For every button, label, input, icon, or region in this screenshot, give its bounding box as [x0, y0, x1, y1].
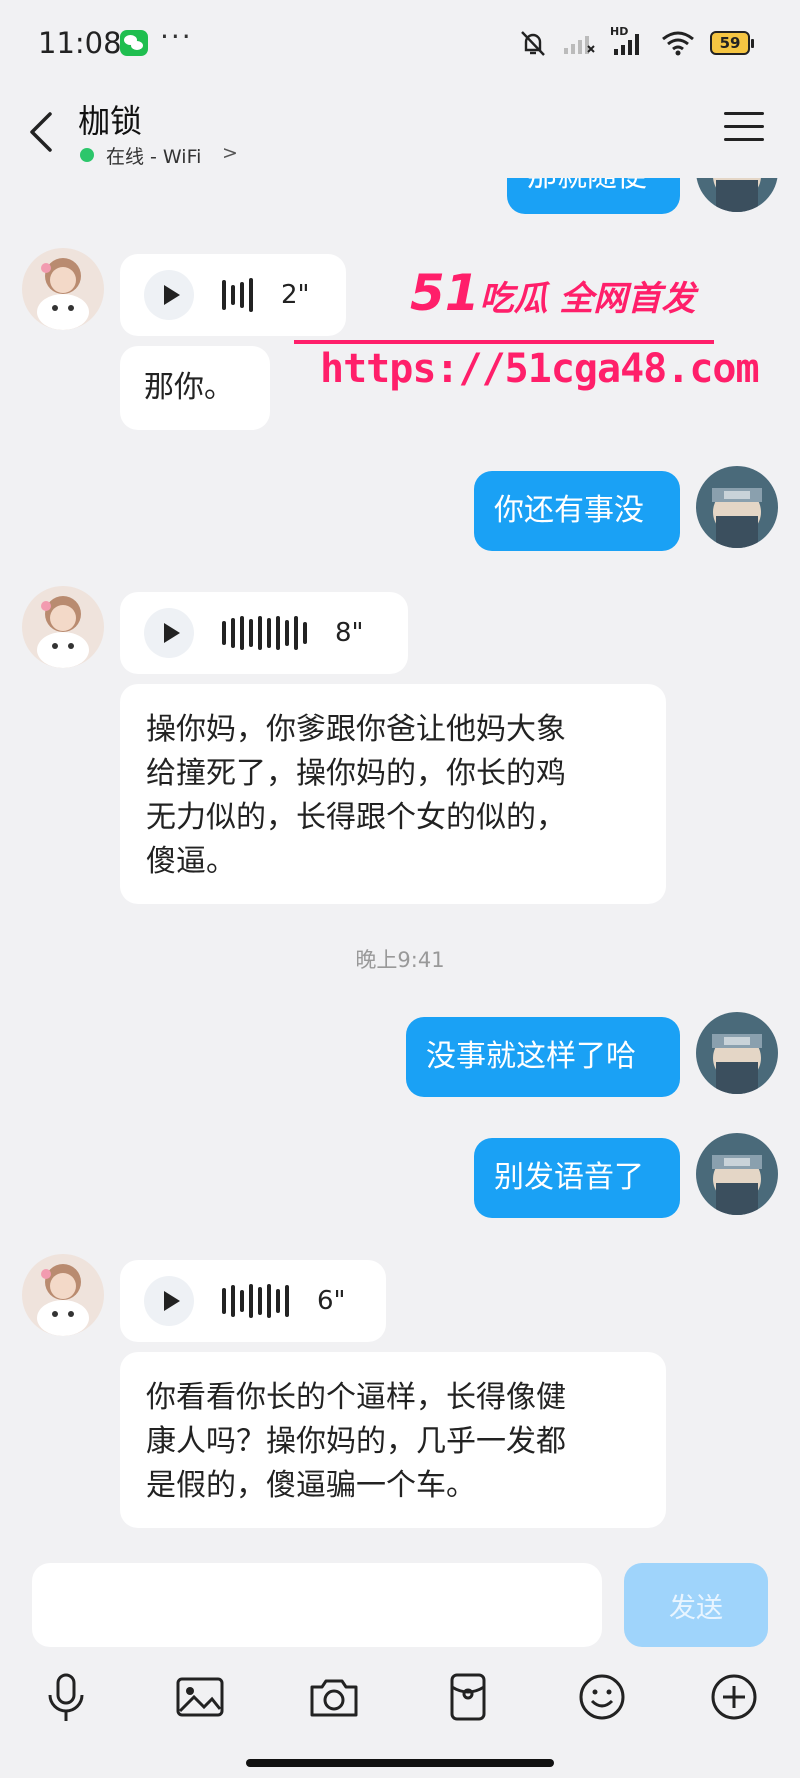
more-notifications-icon: ··· — [160, 20, 193, 53]
contact-avatar[interactable] — [22, 1254, 104, 1336]
presence-status[interactable]: 在线 - WiFi — [106, 142, 201, 169]
status-bar: 11:08 ··· HD 59 — [0, 0, 800, 92]
message-bubble-incoming[interactable]: 你看看你长的个逼样，长得像健 康人吗？操你妈的，几乎一发都 是假的，傻逼骗一个车… — [120, 1352, 666, 1528]
contact-avatar[interactable] — [22, 248, 104, 330]
red-packet-icon — [450, 1673, 486, 1721]
my-avatar[interactable] — [696, 1012, 778, 1094]
my-avatar[interactable] — [696, 466, 778, 548]
contact-name[interactable]: 枷锁 — [78, 96, 142, 142]
message-text: 那你。 — [144, 370, 234, 405]
waveform-icon — [222, 275, 253, 315]
emoji-icon — [579, 1674, 625, 1720]
play-icon[interactable] — [144, 1276, 194, 1326]
microphone-icon — [48, 1673, 84, 1721]
ninja-avatar-icon — [696, 1012, 778, 1094]
camera-icon — [310, 1679, 358, 1717]
message-line: 操你妈，你爹跟你爸让他妈大象 — [146, 712, 566, 747]
chevron-right-icon[interactable]: > — [222, 142, 238, 164]
menu-button[interactable] — [724, 112, 764, 148]
message-bubble-incoming[interactable]: 那你。 — [120, 346, 270, 430]
online-status-dot — [80, 148, 94, 162]
voice-message[interactable]: 6" — [120, 1260, 386, 1342]
battery-level: 59 — [719, 34, 741, 52]
play-icon[interactable] — [144, 270, 194, 320]
back-button[interactable] — [22, 102, 62, 162]
message-line: 你看看你长的个逼样，长得像健 — [146, 1380, 566, 1415]
image-button[interactable] — [170, 1667, 230, 1727]
chat-header: 枷锁 在线 - WiFi > — [0, 92, 800, 178]
signal-icon — [564, 36, 595, 54]
message-text: 没事就这样了哈 — [426, 1039, 636, 1074]
watermark: 51吃瓜 全网首发 https://51cga48.com — [290, 264, 760, 414]
voice-input-button[interactable] — [36, 1667, 96, 1727]
message-bubble-outgoing[interactable]: 没事就这样了哈 — [406, 1017, 680, 1097]
message-line: 康人吗？操你妈的，几乎一发都 — [146, 1424, 566, 1459]
home-indicator[interactable] — [246, 1759, 554, 1767]
status-icons: HD 59 — [518, 25, 754, 58]
wechat-icon — [120, 30, 148, 56]
ninja-avatar-icon — [696, 466, 778, 548]
camera-button[interactable] — [304, 1667, 364, 1727]
waveform-icon — [222, 613, 307, 653]
send-button[interactable]: 发送 — [624, 1563, 768, 1647]
waveform-icon — [222, 1281, 289, 1321]
message-input[interactable] — [32, 1563, 602, 1647]
input-toolbar — [0, 1667, 800, 1737]
watermark-divider — [294, 340, 714, 344]
plus-icon — [711, 1674, 757, 1720]
voice-duration: 8" — [335, 618, 364, 648]
girl-avatar-icon — [22, 586, 104, 668]
chevron-left-icon — [30, 112, 52, 152]
girl-avatar-icon — [22, 1254, 104, 1336]
play-icon[interactable] — [144, 608, 194, 658]
signal-hd-icon: HD — [610, 25, 646, 57]
message-timestamp: 晚上9:41 — [355, 948, 445, 972]
voice-message[interactable]: 8" — [120, 592, 408, 674]
battery-icon: 59 — [710, 31, 754, 55]
status-time: 11:08 — [38, 26, 122, 60]
my-avatar[interactable] — [696, 1133, 778, 1215]
hamburger-icon — [724, 112, 764, 115]
message-line: 给撞死了，操你妈的，你长的鸡 — [146, 756, 566, 791]
watermark-brand: 51吃瓜 全网首发 — [410, 264, 696, 322]
message-line: 是假的，傻逼骗一个车。 — [146, 1468, 476, 1503]
mute-bell-icon — [521, 31, 545, 56]
voice-duration: 6" — [317, 1286, 346, 1316]
message-line: 无力似的，长得跟个女的似的， — [146, 800, 566, 835]
message-bubble-incoming[interactable]: 操你妈，你爹跟你爸让他妈大象 给撞死了，操你妈的，你长的鸡 无力似的，长得跟个女… — [120, 684, 666, 904]
message-text: 你还有事没 — [494, 493, 644, 528]
message-line: 傻逼。 — [146, 844, 236, 879]
image-icon — [176, 1677, 224, 1717]
message-bubble-outgoing[interactable]: 别发语音了 — [474, 1138, 680, 1218]
red-packet-button[interactable] — [438, 1667, 498, 1727]
emoji-button[interactable] — [572, 1667, 632, 1727]
girl-avatar-icon — [22, 248, 104, 330]
composer: 发送 — [0, 1545, 800, 1778]
wifi-icon — [662, 31, 694, 56]
more-options-button[interactable] — [704, 1667, 764, 1727]
watermark-url: https://51cga48.com — [320, 346, 760, 392]
message-text: 别发语音了 — [494, 1160, 644, 1195]
contact-avatar[interactable] — [22, 586, 104, 668]
chat-area[interactable]: 那就随便 2" 那你。 51吃瓜 全网首发 https://51cga48.co… — [0, 0, 800, 1545]
ninja-avatar-icon — [696, 1133, 778, 1215]
message-bubble-outgoing[interactable]: 你还有事没 — [474, 471, 680, 551]
